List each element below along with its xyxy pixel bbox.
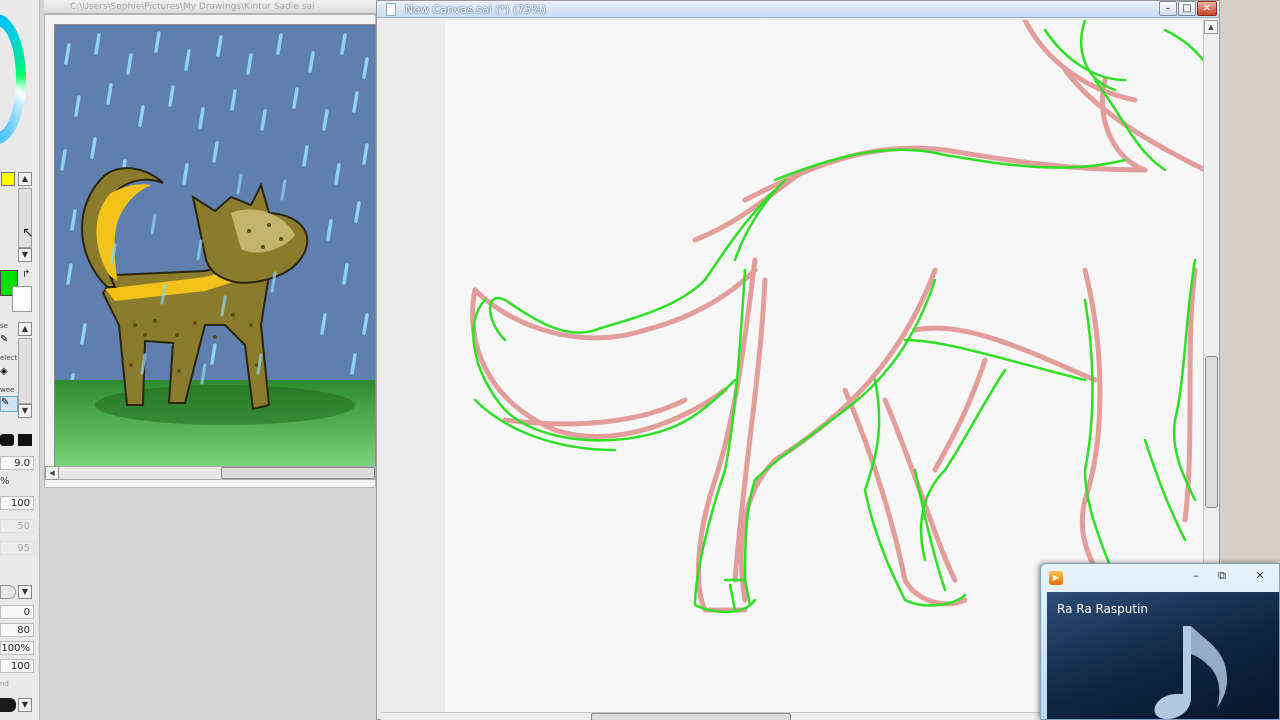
canvas-titlebar[interactable]: New Canvas.sai (*) (75%) – □ ✕ bbox=[377, 1, 1219, 18]
maximize-button[interactable]: □ bbox=[1178, 1, 1196, 16]
navigator-body bbox=[44, 14, 376, 488]
canvas-margin bbox=[381, 20, 445, 712]
media-player-icon: ▶ bbox=[1049, 571, 1063, 585]
disabled-field-1: 50 bbox=[0, 519, 34, 533]
player-minimize-button[interactable]: – bbox=[1185, 567, 1207, 584]
brush-shape-round-icon[interactable] bbox=[0, 434, 14, 446]
select-tool-icon[interactable]: ◈ bbox=[0, 366, 18, 378]
scroll-up-arrow-icon[interactable]: ▲ bbox=[18, 172, 32, 186]
tool-label-elect: elect bbox=[0, 354, 18, 362]
secondary-color-swatch[interactable] bbox=[12, 286, 32, 312]
close-button[interactable]: ✕ bbox=[1197, 1, 1217, 16]
player-restore-button[interactable]: ⧉ bbox=[1211, 567, 1233, 584]
music-note-icon bbox=[1154, 626, 1227, 719]
dropdown-shape[interactable] bbox=[0, 585, 16, 599]
tool-label-wee: wee bbox=[0, 386, 15, 394]
value-100pct-field[interactable]: 100% bbox=[0, 641, 34, 655]
value-zero-field[interactable]: 0 bbox=[0, 605, 34, 619]
screen: ▲ ▼ ↖ ↱ se ✎ elect ◈ wee ✎ ▲ ▼ 9.0 % 100… bbox=[0, 0, 1280, 720]
tool-panel: ▲ ▼ ↖ ↱ se ✎ elect ◈ wee ✎ ▲ ▼ 9.0 % 100… bbox=[0, 0, 40, 720]
brush-shape-square-icon[interactable] bbox=[18, 434, 32, 446]
scroll-down-arrow-icon[interactable]: ▼ bbox=[18, 248, 32, 262]
navigator-thumbnail[interactable] bbox=[54, 24, 376, 467]
player-close-button[interactable]: ✕ bbox=[1249, 567, 1271, 584]
brush-size-field[interactable]: 9.0 bbox=[0, 456, 34, 470]
thumbnail-image bbox=[55, 25, 375, 466]
brush-tool-icon[interactable]: ✎ bbox=[0, 396, 18, 412]
pen-tool-icon[interactable]: ✎ bbox=[0, 334, 18, 346]
navigator-scroll-thumb[interactable] bbox=[221, 467, 375, 479]
value-80-field[interactable]: 80 bbox=[0, 623, 34, 637]
track-title: Ra Ra Rasputin bbox=[1057, 602, 1149, 616]
layer-black-icon[interactable] bbox=[0, 698, 16, 712]
tool-scroll-up-icon[interactable]: ▲ bbox=[18, 322, 32, 336]
swap-colors-icon[interactable]: ↱ bbox=[22, 269, 30, 280]
value-100-field[interactable]: 100 bbox=[0, 659, 34, 673]
media-player-window[interactable]: ▶ – ⧉ ✕ Ra Ra Rasputin bbox=[1040, 563, 1280, 720]
player-display: Ra Ra Rasputin bbox=[1047, 592, 1279, 719]
bottom-arrow-icon[interactable]: ▼ bbox=[18, 698, 32, 712]
navigator-panel: C:\Users\Sophie\Pictures\My Drawings\Kin… bbox=[40, 0, 376, 720]
navigator-hscrollbar[interactable]: ◀ bbox=[44, 466, 376, 480]
percent-label: % bbox=[0, 476, 10, 487]
canvas-hscroll-thumb[interactable] bbox=[591, 713, 791, 720]
tool-label-nd: nd bbox=[0, 680, 9, 688]
canvas-scroll-up-icon[interactable]: ▲ bbox=[1204, 20, 1218, 34]
document-icon bbox=[386, 3, 396, 16]
navigator-scroll-left-icon[interactable]: ◀ bbox=[45, 466, 59, 480]
density-field[interactable]: 100 bbox=[0, 496, 34, 510]
swatch-yellow[interactable] bbox=[1, 172, 15, 186]
mouse-cursor-icon: ↖ bbox=[22, 225, 34, 241]
tool-scroll-down-icon[interactable]: ▼ bbox=[18, 404, 32, 418]
disabled-field-2: 95 bbox=[0, 541, 34, 555]
dropdown-arrow-icon[interactable]: ▼ bbox=[18, 585, 32, 599]
canvas-vscroll-thumb[interactable] bbox=[1205, 356, 1218, 508]
navigator-title: C:\Users\Sophie\Pictures\My Drawings\Kin… bbox=[44, 0, 376, 14]
tool-scrollbar[interactable] bbox=[18, 338, 32, 404]
minimize-button[interactable]: – bbox=[1159, 1, 1177, 16]
canvas-title: New Canvas.sai (*) (75%) bbox=[405, 3, 546, 16]
tool-label-se: se bbox=[0, 322, 8, 330]
